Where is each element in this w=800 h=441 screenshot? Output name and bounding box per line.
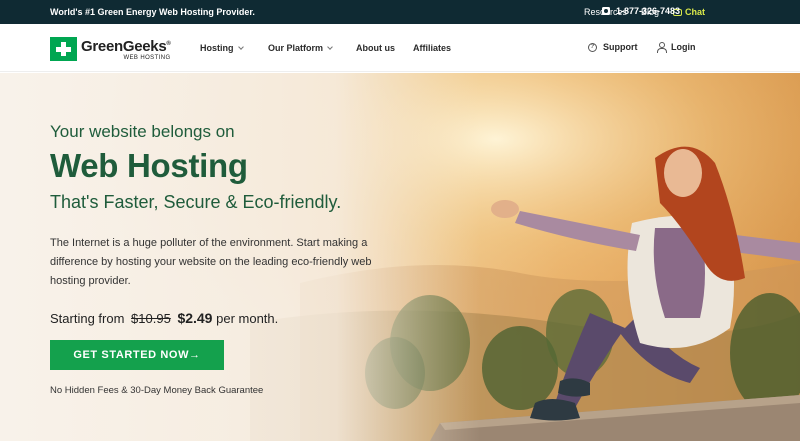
top-bar: World's #1 Green Energy Web Hosting Prov… xyxy=(0,0,800,24)
logo-plus-icon xyxy=(50,37,77,61)
hero-eyebrow: Your website belongs on xyxy=(50,122,235,141)
top-tagline: World's #1 Green Energy Web Hosting Prov… xyxy=(50,7,255,17)
nav-hosting-label: Hosting xyxy=(200,43,234,53)
new-price: $2.49 xyxy=(177,310,213,326)
hero-subtitle: That's Faster, Secure & Eco-friendly. xyxy=(50,192,342,212)
hero-description: The Internet is a huge polluter of the e… xyxy=(50,237,372,287)
get-started-button[interactable]: GET STARTED NOW→ xyxy=(50,340,224,370)
phone-link[interactable]: 1-877-326-7483 xyxy=(602,6,680,16)
chevron-down-icon xyxy=(237,43,244,50)
nav-about-us[interactable]: About us xyxy=(356,43,395,53)
chat-label: Chat xyxy=(685,7,705,17)
nav-our-platform-label: Our Platform xyxy=(268,43,324,53)
hero-section: Your website belongs on Web Hosting That… xyxy=(0,73,800,441)
nav-our-platform[interactable]: Our Platform xyxy=(268,43,333,53)
support-link[interactable]: ? Support xyxy=(588,42,638,52)
guarantee-text: No Hidden Fees & 30-Day Money Back Guara… xyxy=(50,385,264,396)
chevron-down-icon xyxy=(327,43,333,50)
price-suffix: per month. xyxy=(216,311,279,326)
logo-subtitle: WEB HOSTING xyxy=(123,55,171,61)
nav-affiliates-label: Affiliates xyxy=(413,43,452,53)
logo[interactable]: GreenGeeks® WEB HOSTING xyxy=(50,37,171,61)
nav-affiliates[interactable]: Affiliates xyxy=(413,43,451,53)
nav-about-us-label: About us xyxy=(356,43,395,53)
nav-hosting[interactable]: Hosting xyxy=(200,43,244,53)
hero-title: Web Hosting xyxy=(50,147,248,184)
support-label: Support xyxy=(603,42,638,52)
login-link[interactable]: Login xyxy=(656,42,696,53)
login-label: Login xyxy=(671,42,696,52)
main-nav: GreenGeeks® WEB HOSTING Hosting Our Plat… xyxy=(0,24,800,72)
phone-icon xyxy=(602,7,610,15)
old-price: $10.95 xyxy=(131,311,171,326)
logo-text: GreenGeeks xyxy=(81,38,167,55)
user-icon xyxy=(656,42,667,53)
logo-registered-mark: ® xyxy=(166,41,171,47)
help-icon: ? xyxy=(588,42,597,52)
price-prefix: Starting from xyxy=(50,311,125,326)
price-line: Starting from $10.95 $2.49 per month. xyxy=(50,310,278,326)
phone-number: 1-877-326-7483 xyxy=(616,6,681,16)
